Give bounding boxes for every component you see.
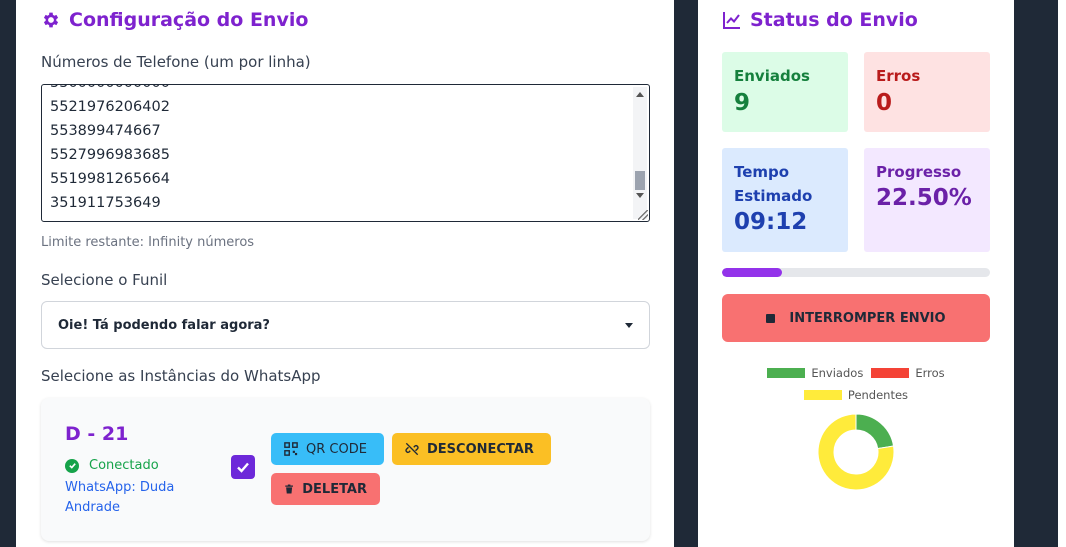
funnel-selected-value: Oie! Tá podendo falar agora? xyxy=(58,317,270,333)
legend-item[interactable]: Enviados xyxy=(767,366,863,380)
progress-value: 22.50% xyxy=(876,185,972,211)
funnel-label: Selecione o Funil xyxy=(41,271,168,289)
disconnect-button[interactable]: DESCONECTAR xyxy=(392,433,551,465)
qr-code-label: QR CODE xyxy=(306,441,367,457)
limit-hint: Limite restante: Infinity números xyxy=(41,235,255,250)
sent-label: Enviados xyxy=(734,67,810,85)
time-card: Tempo Estimado 09:12 xyxy=(722,148,848,252)
progress-bar-fill xyxy=(722,268,783,277)
chart-legend-row-2: Pendentes xyxy=(698,388,1014,402)
phone-line: 553899474667 xyxy=(50,123,161,139)
config-title: Configuração do Envio xyxy=(41,9,308,31)
phones-label: Números de Telefone (um por linha) xyxy=(41,53,311,71)
phone-line: 5521976206402 xyxy=(50,99,170,115)
instance-whatsapp-name: WhatsApp: Duda Andrade xyxy=(65,480,175,515)
errors-value: 0 xyxy=(876,90,893,116)
chart-legend-row-1: Enviados Erros xyxy=(698,366,1014,380)
delete-button[interactable]: DELETAR xyxy=(271,473,380,505)
trash-icon xyxy=(285,484,293,494)
sent-card: Enviados 9 xyxy=(722,52,848,132)
donut-slice-enviados[interactable] xyxy=(855,413,895,450)
config-panel: Configuração do Envio Números de Telefon… xyxy=(16,0,674,547)
scroll-thumb[interactable] xyxy=(635,171,645,190)
legend-item[interactable]: Pendentes xyxy=(803,388,909,402)
legend-swatch xyxy=(871,368,910,378)
edge-panel xyxy=(1058,0,1066,547)
legend-label: Erros xyxy=(915,366,945,380)
time-value: 09:12 xyxy=(734,209,808,235)
funnel-select[interactable]: Oie! Tá podendo falar agora? xyxy=(41,301,650,349)
instance-status-text: Conectado xyxy=(89,458,159,473)
chart-line-icon xyxy=(723,12,740,29)
phone-line: 351911753649 xyxy=(50,195,161,211)
phone-line: 5500000000000 xyxy=(50,85,170,95)
phones-textarea[interactable]: 5500000000000 5521976206402 553899474667… xyxy=(41,84,650,222)
phone-line: 5527996983685 xyxy=(50,147,170,163)
instance-name: D - 21 xyxy=(65,423,129,445)
errors-card: Erros 0 xyxy=(864,52,990,132)
qrcode-icon xyxy=(284,442,298,456)
stop-send-label: INTERROMPER ENVIO xyxy=(789,310,946,326)
scroll-up-arrow-icon[interactable] xyxy=(636,92,644,97)
progress-bar xyxy=(722,268,990,277)
instance-status: Conectado xyxy=(65,458,159,473)
resize-grip-icon[interactable] xyxy=(638,210,648,220)
errors-label: Erros xyxy=(876,67,921,85)
time-label: Tempo Estimado xyxy=(734,163,813,205)
progress-card: Progresso 22.50% xyxy=(864,148,990,252)
instances-label: Selecione as Instâncias do WhatsApp xyxy=(41,367,321,385)
qr-code-button[interactable]: QR CODE xyxy=(271,433,384,465)
status-title: Status do Envio xyxy=(722,9,918,31)
stop-icon xyxy=(766,313,776,323)
donut-chart xyxy=(817,413,895,491)
legend-label: Enviados xyxy=(811,366,864,380)
instance-checkbox[interactable] xyxy=(231,455,255,479)
stop-send-button[interactable]: INTERROMPER ENVIO xyxy=(722,294,990,342)
textarea-scrollbar[interactable] xyxy=(633,87,647,219)
scroll-down-arrow-icon[interactable] xyxy=(636,193,644,198)
phones-lines: 5500000000000 5521976206402 553899474667… xyxy=(50,85,170,215)
legend-item[interactable]: Erros xyxy=(871,366,945,380)
checkmark-icon xyxy=(237,462,249,473)
config-title-text: Configuração do Envio xyxy=(69,9,309,31)
progress-label: Progresso xyxy=(876,163,962,181)
legend-label: Pendentes xyxy=(847,388,909,402)
check-circle-icon xyxy=(65,458,79,473)
instance-card: D - 21 Conectado WhatsApp: Duda Andrade … xyxy=(41,398,650,541)
gear-icon xyxy=(43,12,59,28)
phone-line: 5519981265664 xyxy=(50,171,170,187)
link-slash-icon xyxy=(405,442,419,456)
delete-label: DELETAR xyxy=(302,481,367,497)
status-title-text: Status do Envio xyxy=(750,9,918,31)
sent-value: 9 xyxy=(734,90,751,116)
status-panel: Status do Envio Enviados 9 Erros 0 Tempo… xyxy=(698,0,1014,547)
disconnect-label: DESCONECTAR xyxy=(427,441,534,457)
chevron-down-icon xyxy=(625,322,633,328)
legend-swatch xyxy=(803,390,842,400)
legend-swatch xyxy=(767,368,806,378)
